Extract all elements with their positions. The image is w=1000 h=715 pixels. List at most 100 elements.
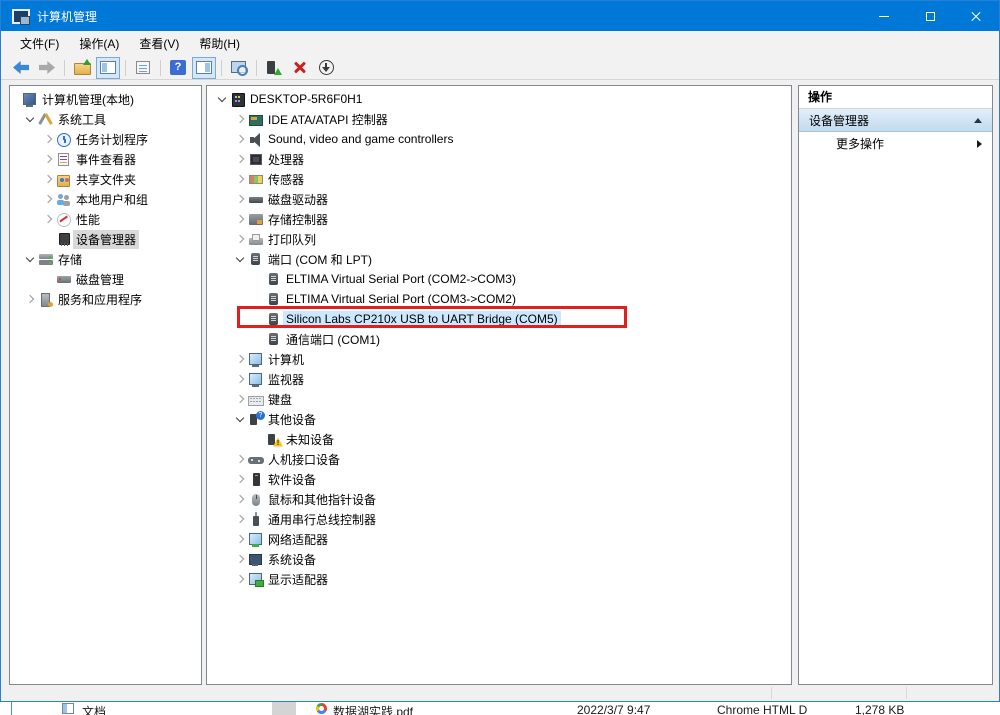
device-tree-item[interactable]: 打印队列 (207, 229, 791, 249)
close-button[interactable] (953, 1, 999, 31)
toolbar-separator (125, 60, 126, 76)
toolbar-separator (160, 60, 161, 76)
disable-device-button[interactable] (314, 57, 338, 79)
maximize-button[interactable] (907, 1, 953, 31)
tree-item[interactable]: 服务和应用程序 (10, 289, 201, 309)
menu-help[interactable]: 帮助(H) (189, 31, 250, 56)
device-tree-item[interactable]: 其他设备 (207, 409, 791, 429)
tree-item[interactable]: 任务计划程序 (10, 129, 201, 149)
actions-group-device-manager[interactable]: 设备管理器 (799, 109, 992, 132)
tree-item[interactable]: 存储 (10, 249, 201, 269)
device-tree-item[interactable]: 通用串行总线控制器 (207, 509, 791, 529)
device-tree-item[interactable]: 显示适配器 (207, 569, 791, 589)
explorer-column-block (272, 702, 296, 715)
action-pane-toggle-button[interactable] (192, 57, 216, 79)
device-tree-item[interactable]: 计算机 (207, 349, 791, 369)
more-actions-item[interactable]: 更多操作 (799, 132, 992, 155)
chevron-icon[interactable] (232, 411, 248, 427)
update-driver-button[interactable] (262, 57, 286, 79)
tree-item[interactable]: 计算机管理(本地) (10, 89, 201, 109)
chevron-icon[interactable] (232, 131, 248, 147)
properties-button[interactable] (131, 57, 155, 79)
pc-icon (248, 352, 264, 367)
device-tree-item[interactable]: 人机接口设备 (207, 449, 791, 469)
device-tree-item[interactable]: ELTIMA Virtual Serial Port (COM2->COM3) (207, 269, 791, 289)
device-tree-item[interactable]: 磁盘驱动器 (207, 189, 791, 209)
chevron-icon[interactable] (40, 131, 56, 147)
chevron-icon[interactable] (22, 291, 38, 307)
tree-item[interactable]: 性能 (10, 209, 201, 229)
services-icon (38, 292, 54, 307)
tree-item[interactable]: 系统工具 (10, 109, 201, 129)
device-tree-item[interactable]: ELTIMA Virtual Serial Port (COM3->COM2) (207, 289, 791, 309)
explorer-nav-documents[interactable]: 文档 (82, 703, 106, 715)
chevron-icon[interactable] (232, 351, 248, 367)
chevron-icon[interactable] (214, 91, 230, 107)
device-tree-item[interactable]: 未知设备 (207, 429, 791, 449)
explorer-file-size: 1,278 KB (855, 703, 904, 715)
device-tree-item[interactable]: Silicon Labs CP210x USB to UART Bridge (… (207, 309, 791, 329)
window-title: 计算机管理 (37, 8, 97, 25)
chevron-icon[interactable] (232, 531, 248, 547)
chevron-icon[interactable] (232, 571, 248, 587)
minimize-button[interactable] (861, 1, 907, 31)
device-tree-item[interactable]: 键盘 (207, 389, 791, 409)
chevron-icon[interactable] (232, 171, 248, 187)
chevron-icon[interactable] (22, 251, 38, 267)
back-button[interactable] (9, 57, 33, 79)
device-tree-item[interactable]: 处理器 (207, 149, 791, 169)
chevron-icon[interactable] (232, 151, 248, 167)
device-tree-item[interactable]: 通信端口 (COM1) (207, 329, 791, 349)
console-tree-toggle-button[interactable] (96, 57, 120, 79)
device-tree-item[interactable]: 传感器 (207, 169, 791, 189)
scan-icon (231, 60, 247, 75)
chevron-icon[interactable] (40, 151, 56, 167)
system-device-icon (248, 552, 264, 567)
menu-file[interactable]: 文件(F) (10, 31, 69, 56)
chevron-icon[interactable] (232, 191, 248, 207)
chevron-icon[interactable] (232, 551, 248, 567)
tree-item[interactable]: 共享文件夹 (10, 169, 201, 189)
chevron-icon[interactable] (232, 451, 248, 467)
chevron-icon[interactable] (40, 211, 56, 227)
chevron-icon[interactable] (232, 511, 248, 527)
display-adapter-icon (248, 572, 264, 587)
chevron-icon[interactable] (232, 211, 248, 227)
chevron-icon[interactable] (232, 371, 248, 387)
tree-item[interactable]: 事件查看器 (10, 149, 201, 169)
device-tree-item[interactable]: 端口 (COM 和 LPT) (207, 249, 791, 269)
toolbar-separator (221, 60, 222, 76)
tree-item[interactable]: 本地用户和组 (10, 189, 201, 209)
software-device-icon (248, 472, 264, 487)
device-tree-item[interactable]: 软件设备 (207, 469, 791, 489)
chevron-icon[interactable] (232, 471, 248, 487)
chevron-icon[interactable] (232, 231, 248, 247)
explorer-file-name[interactable]: 数据湖实践.pdf (333, 703, 413, 715)
device-tree-item[interactable]: 监视器 (207, 369, 791, 389)
device-tree-item[interactable]: Sound, video and game controllers (207, 129, 791, 149)
port-icon (266, 272, 282, 287)
device-tree-item[interactable]: 网络适配器 (207, 529, 791, 549)
forward-button[interactable] (35, 57, 59, 79)
chevron-icon[interactable] (232, 251, 248, 267)
chevron-icon[interactable] (232, 391, 248, 407)
device-tree-item[interactable]: 鼠标和其他指针设备 (207, 489, 791, 509)
tree-item[interactable]: 设备管理器 (10, 229, 201, 249)
chevron-icon[interactable] (40, 191, 56, 207)
device-tree-item[interactable]: 存储控制器 (207, 209, 791, 229)
tree-item[interactable]: 磁盘管理 (10, 269, 201, 289)
export-list-button[interactable] (70, 57, 94, 79)
menu-view[interactable]: 查看(V) (129, 31, 189, 56)
device-tree-item[interactable]: 系统设备 (207, 549, 791, 569)
help-button[interactable] (166, 57, 190, 79)
chevron-icon[interactable] (232, 491, 248, 507)
chevron-icon[interactable] (40, 171, 56, 187)
scan-hardware-changes-button[interactable] (227, 57, 251, 79)
collapse-icon[interactable] (974, 118, 982, 123)
device-tree-item[interactable]: IDE ATA/ATAPI 控制器 (207, 109, 791, 129)
chevron-icon[interactable] (22, 111, 38, 127)
menu-action[interactable]: 操作(A) (69, 31, 129, 56)
uninstall-device-button[interactable] (288, 57, 312, 79)
chevron-icon[interactable] (232, 111, 248, 127)
device-tree-item[interactable]: DESKTOP-5R6F0H1 (207, 89, 791, 109)
